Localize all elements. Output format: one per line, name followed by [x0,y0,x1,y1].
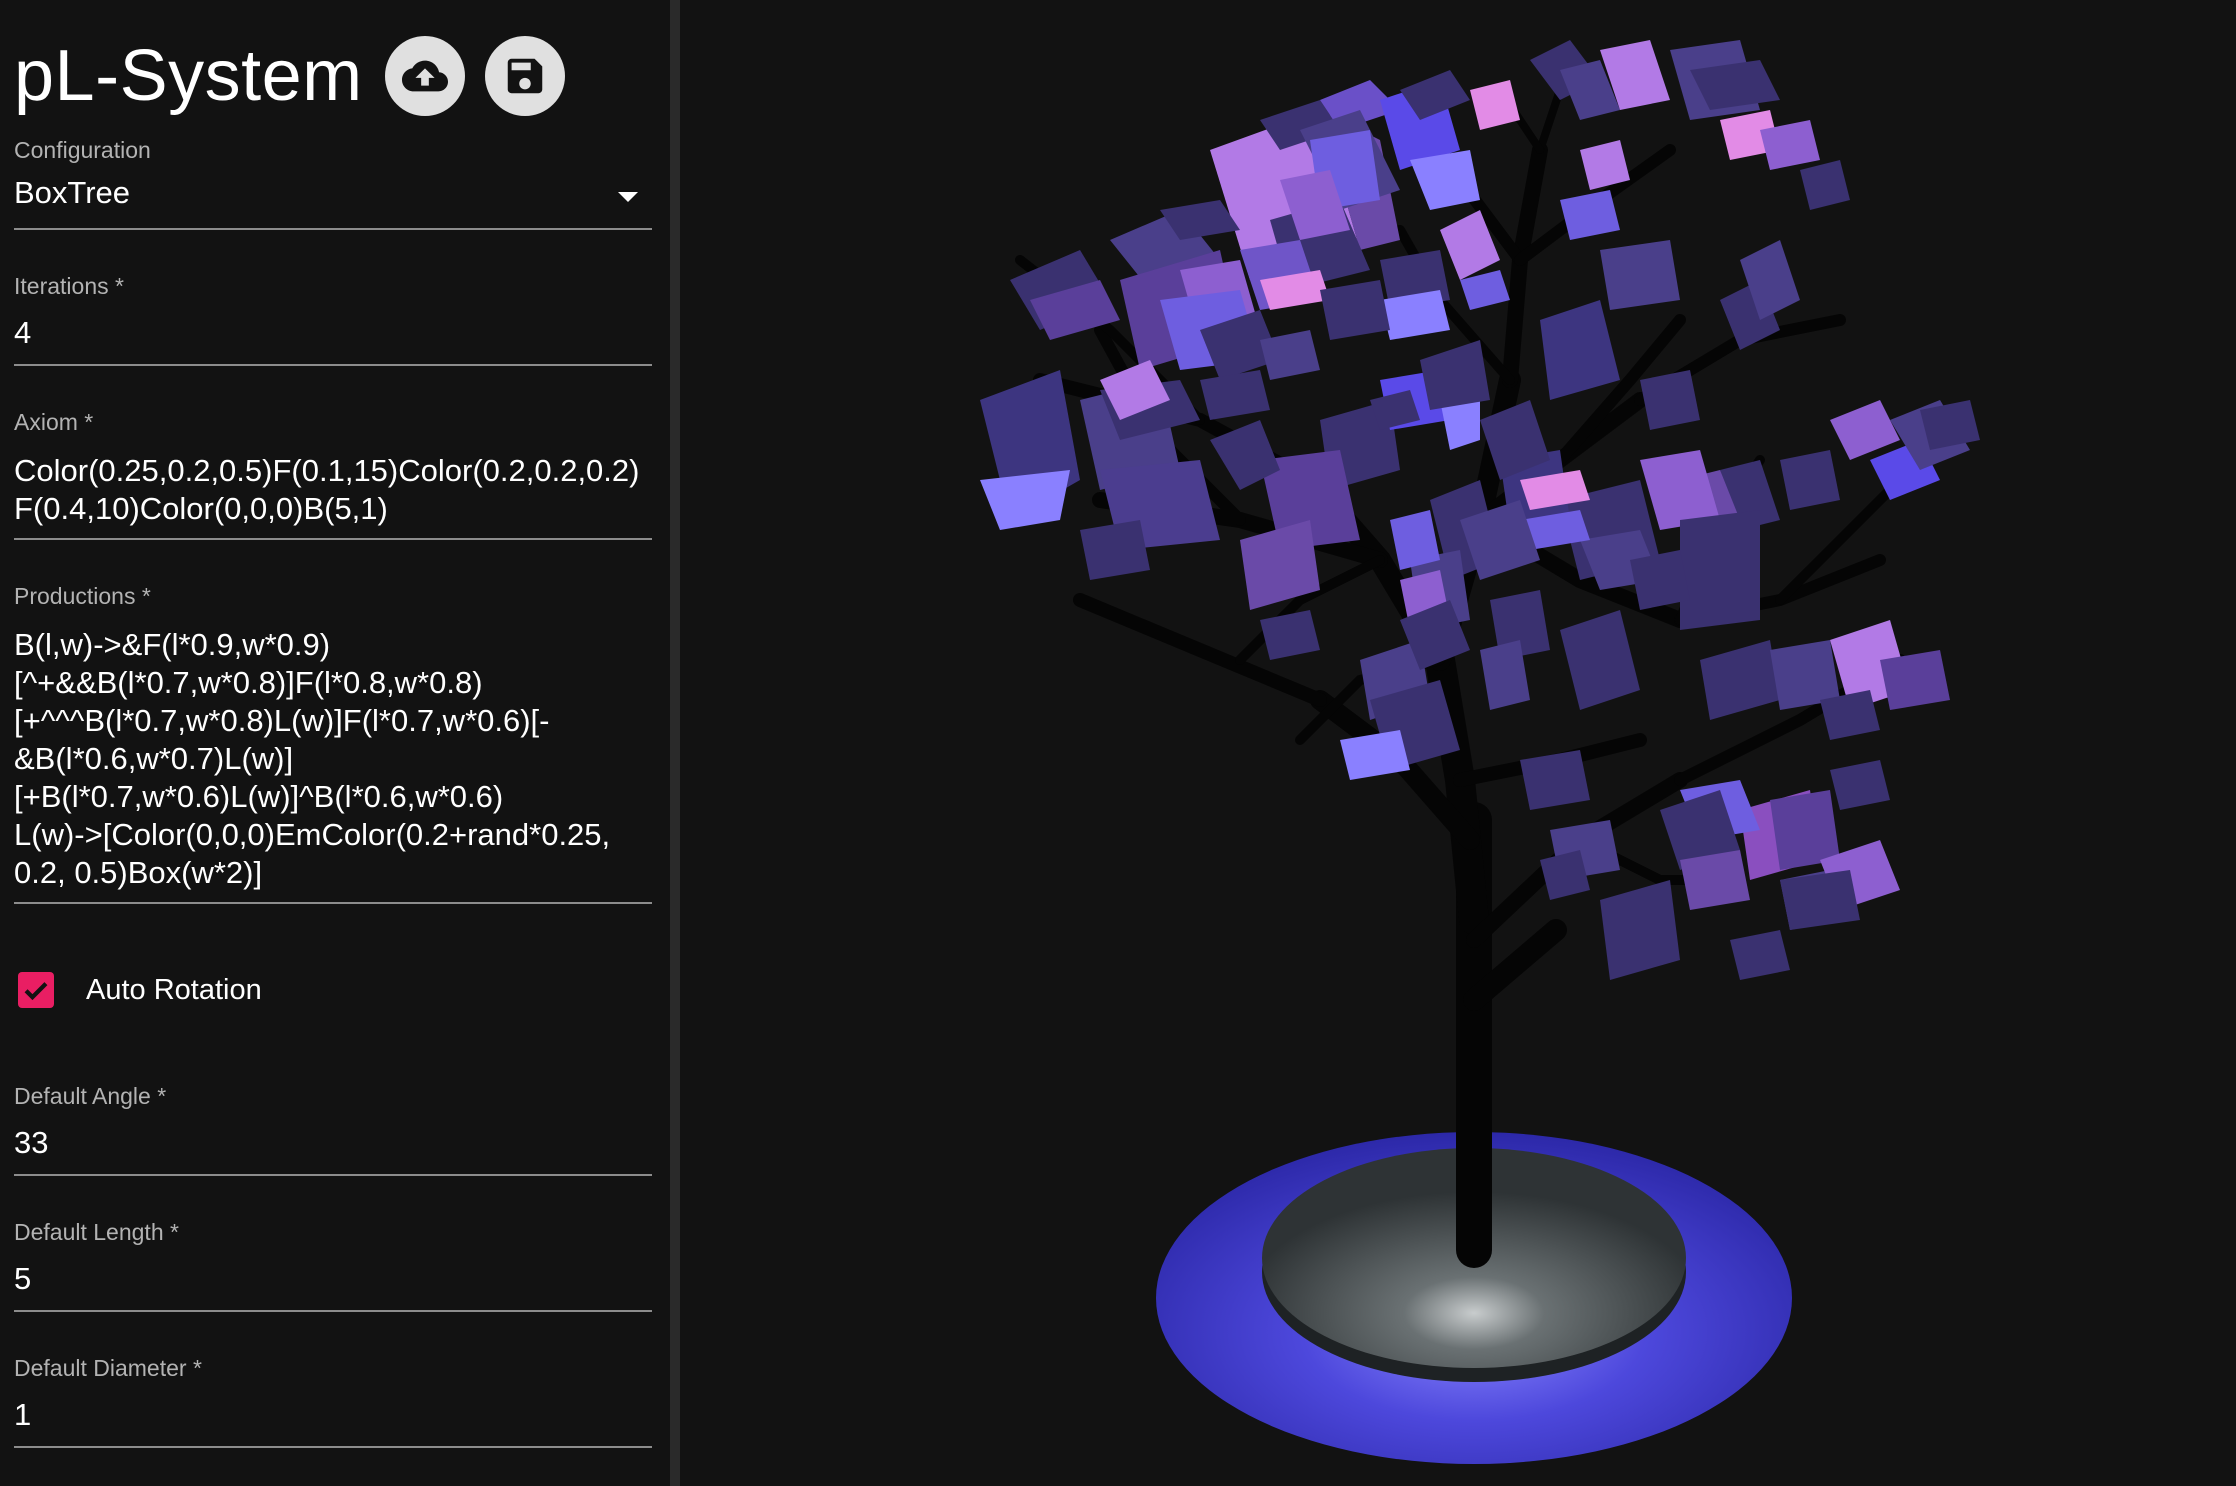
checkmark-icon [24,982,48,1001]
default-length-field[interactable]: Default Length * 5 [14,1218,652,1314]
default-length-input[interactable]: 5 [14,1260,652,1298]
upload-button[interactable] [384,36,465,116]
default-diameter-input[interactable]: 1 [14,1396,652,1434]
iterations-label: Iterations * [14,273,124,299]
panel-divider[interactable] [670,0,680,1486]
default-diameter-label: Default Diameter * [14,1355,202,1381]
auto-rotation-checkbox[interactable] [18,972,54,1008]
default-diameter-field[interactable]: Default Diameter * 1 [14,1354,652,1450]
configuration-underline [14,228,652,230]
axiom-label: Axiom * [14,409,94,435]
default-angle-field[interactable]: Default Angle * 33 [14,1082,652,1178]
axiom-field[interactable]: Axiom * Color(0.25,0.2,0.5)F(0.1,15)Colo… [14,408,652,544]
configuration-label: Configuration [14,137,151,163]
default-length-label: Default Length * [14,1219,179,1245]
tree-render [980,40,1980,1464]
app-title: pL-System [14,36,363,116]
sidebar-header: pL-System [14,28,565,124]
productions-field[interactable]: Productions * B(l,w)->&F(l*0.9,w*0.9) [^… [14,582,652,908]
chevron-down-icon [618,192,638,202]
cloud-upload-icon [401,60,448,92]
productions-underline [14,902,652,904]
default-diameter-underline [14,1446,652,1448]
save-icon [507,58,542,94]
default-angle-label: Default Angle * [14,1083,167,1109]
default-angle-input[interactable]: 33 [14,1124,652,1162]
iterations-underline [14,364,652,366]
iterations-input[interactable]: 4 [14,314,652,352]
auto-rotation-row[interactable]: Auto Rotation [18,972,262,1008]
auto-rotation-label: Auto Rotation [86,973,262,1006]
configuration-value: BoxTree [14,175,131,210]
productions-label: Productions * [14,583,151,609]
render-viewport[interactable] [680,0,2236,1486]
axiom-input[interactable]: Color(0.25,0.2,0.5)F(0.1,15)Color(0.2,0.… [14,452,652,528]
configuration-select[interactable]: Configuration BoxTree [14,136,652,232]
app-root: pL-System Configuration BoxTree Iteratio… [0,0,2236,1486]
save-button[interactable] [484,36,565,116]
default-angle-underline [14,1174,652,1176]
iterations-field[interactable]: Iterations * 4 [14,272,652,368]
settings-sidebar: pL-System Configuration BoxTree Iteratio… [0,0,670,1486]
axiom-underline [14,538,652,540]
default-length-underline [14,1310,652,1312]
productions-input[interactable]: B(l,w)->&F(l*0.9,w*0.9) [^+&&B(l*0.7,w*0… [14,626,652,892]
